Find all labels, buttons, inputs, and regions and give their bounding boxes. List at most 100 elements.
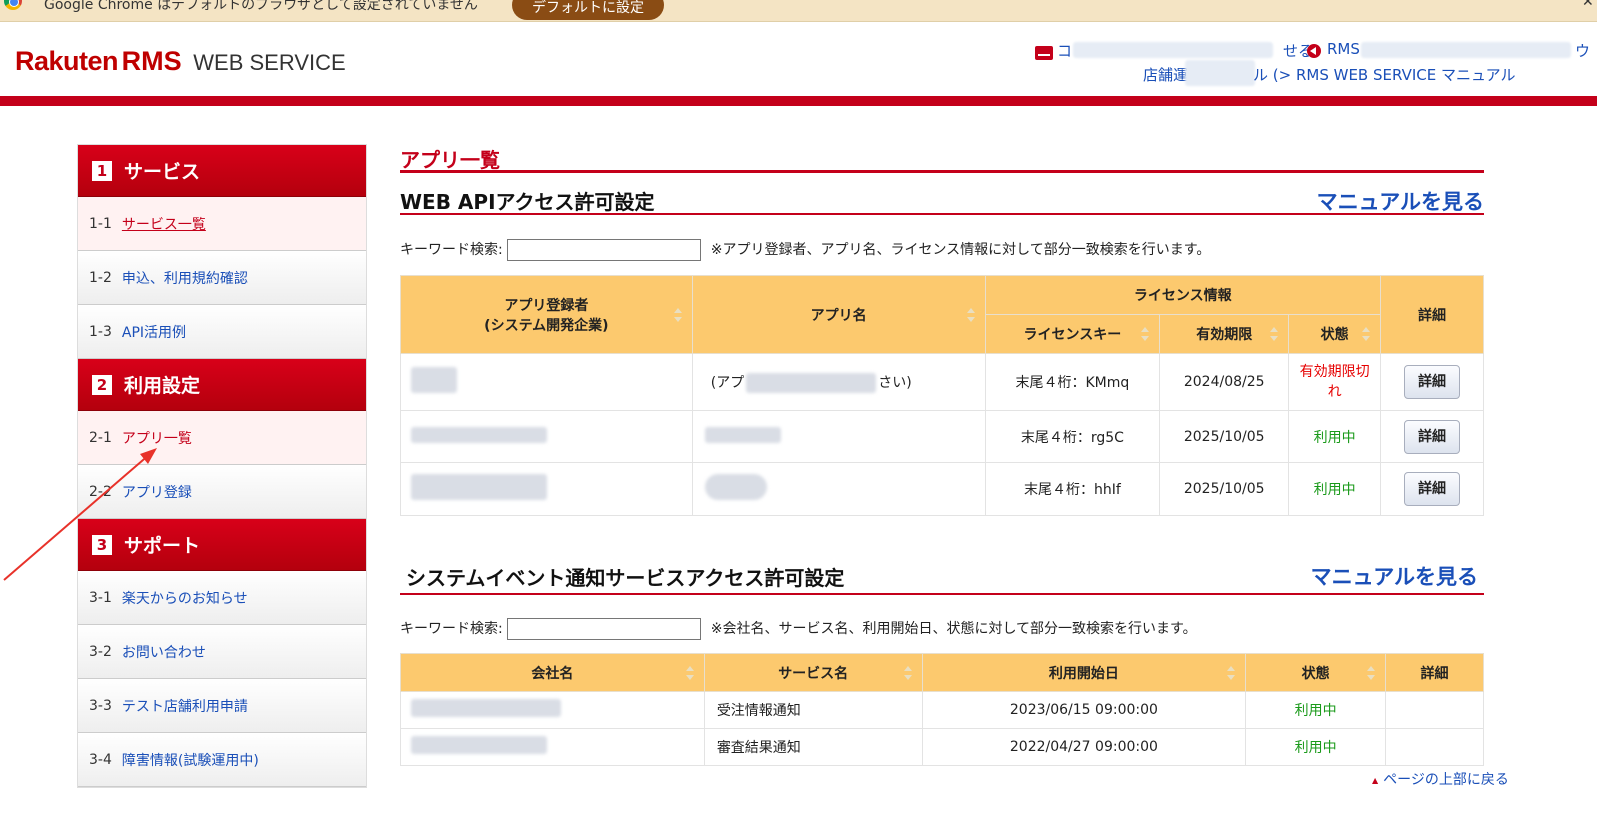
col-detail: 詳細 (1380, 275, 1484, 354)
divider (400, 213, 1484, 215)
keyword-note: ※アプリ登録者、アプリ名、ライセンス情報に対して部分一致検索を行います。 (710, 242, 1211, 258)
sort-icon[interactable] (1367, 665, 1376, 680)
table-row: 末尾４桁：rg5C 2025/10/05 利用中 詳細 (400, 410, 1484, 463)
event-manual-link[interactable]: マニュアルを見る (1311, 561, 1478, 591)
item-label[interactable]: 障害情報(試験運用中) (122, 750, 259, 770)
detail-cell (1385, 691, 1484, 729)
col-detail: 詳細 (1385, 653, 1484, 692)
sidebar-item-service-list[interactable]: 1-1 サービス一覧 (78, 197, 366, 251)
detail-cell: 詳細 (1380, 410, 1484, 463)
col-status[interactable]: 状態 (1288, 314, 1382, 354)
col-registrant[interactable]: アプリ登録者 (システム開発企業) (400, 275, 693, 354)
header-label: ライセンスキー (1023, 327, 1122, 343)
item-code: 3-2 (89, 643, 112, 660)
item-label[interactable]: 楽天からのお知らせ (122, 588, 248, 608)
item-label[interactable]: 申込、利用規約確認 (122, 268, 248, 288)
item-code: 3-3 (89, 697, 112, 714)
divider (400, 170, 1484, 173)
sort-icon[interactable] (966, 307, 975, 322)
rakuten-rms-logo[interactable]: Rakuten RMS WEB SERVICE (15, 46, 346, 77)
detail-button[interactable]: 詳細 (1404, 365, 1461, 399)
redacted-text (411, 426, 547, 443)
status-expired: れ (1327, 384, 1342, 400)
item-code: 1-1 (89, 215, 112, 232)
close-icon[interactable]: ✕ (1582, 0, 1594, 10)
header-link-manual[interactable]: ル (> RMS WEB SERVICE マニュアル (1253, 64, 1516, 85)
header-link-rms[interactable]: RMS (1327, 40, 1360, 58)
sort-icon[interactable] (1227, 665, 1236, 680)
header-link-contact[interactable]: コ (1057, 40, 1072, 61)
app-name-cell (691, 462, 986, 516)
redacted-text (411, 736, 547, 754)
col-service[interactable]: サービス名 (703, 653, 923, 692)
divider (400, 593, 1484, 595)
header-link-store[interactable]: 店舗運 (1143, 64, 1188, 85)
table-row: 受注情報通知 2023/06/15 09:00:00 利用中 (400, 691, 1484, 729)
registrant-cell (400, 462, 693, 516)
event-keyword-input[interactable] (506, 618, 701, 640)
item-label[interactable]: お問い合わせ (122, 642, 206, 662)
company-cell (400, 691, 705, 729)
item-code: 3-4 (89, 751, 112, 768)
keyword-note: ※会社名、サービス名、利用開始日、状態に対して部分一致検索を行います。 (710, 621, 1197, 637)
registrant-cell (400, 410, 693, 463)
header-link-rms-end[interactable]: ウ (1575, 40, 1590, 61)
license-key-cell: 末尾４桁：KMmq (984, 353, 1161, 411)
col-app-name[interactable]: アプリ名 (691, 275, 986, 354)
api-manual-link[interactable]: マニュアルを見る (1317, 186, 1484, 216)
back-arrow-icon (1307, 44, 1321, 58)
sort-icon[interactable] (1362, 327, 1371, 341)
sort-icon[interactable] (1270, 327, 1279, 341)
sidebar-item-incidents[interactable]: 3-4 障害情報(試験運用中) (78, 733, 366, 787)
keyword-label: キーワード検索: (400, 621, 503, 637)
item-label[interactable]: サービス一覧 (122, 214, 206, 234)
status-cell: 利用中 (1288, 462, 1382, 516)
sidebar-item-api-examples[interactable]: 1-3 API活用例 (78, 305, 366, 359)
item-code: 3-1 (89, 589, 112, 606)
infobar-message: Google Chrome はデフォルトのブラウザとして設定されていません (44, 0, 478, 13)
site-header: Rakuten RMS WEB SERVICE コ せる RMS ウ 店舗運 ル… (0, 22, 1597, 96)
sort-icon[interactable] (1141, 327, 1150, 341)
event-keyword-search: キーワード検索: ※会社名、サービス名、利用開始日、状態に対して部分一致検索を行い… (400, 618, 1197, 640)
status-cell: 利用中 (1288, 410, 1382, 463)
col-license-info: ライセンス情報 (984, 275, 1382, 315)
sidebar-item-inquiry[interactable]: 3-2 お問い合わせ (78, 625, 366, 679)
api-table: アプリ登録者 (システム開発企業) アプリ名 ライセンス情報 詳細 ライセンスキ… (400, 275, 1484, 516)
col-expiry[interactable]: 有効期限 (1159, 314, 1290, 354)
item-label[interactable]: API活用例 (122, 322, 186, 342)
table-row: 審査結果通知 2022/04/27 09:00:00 利用中 (400, 728, 1484, 766)
redacted-text (704, 426, 781, 443)
redacted-text (411, 699, 561, 717)
col-license-key[interactable]: ライセンスキー (984, 314, 1161, 354)
section-number: 2 (92, 374, 112, 395)
api-keyword-input[interactable] (506, 239, 701, 261)
header-label: 有効期限 (1196, 327, 1253, 343)
header-label: (システム開発企業) (484, 317, 609, 334)
license-key-cell: 末尾４桁：rg5C (984, 410, 1161, 463)
status-cell: 有効期限切れ (1288, 353, 1382, 411)
app-name-cell (691, 410, 986, 463)
mail-icon (1035, 46, 1053, 60)
event-table: 会社名 サービス名 利用開始日 状態 詳細 受注情報通知 2023/06/15 … (400, 653, 1484, 766)
header-label: 状態 (1320, 327, 1349, 343)
detail-button[interactable]: 詳細 (1404, 419, 1461, 454)
sort-icon[interactable] (673, 307, 682, 322)
col-start-date[interactable]: 利用開始日 (921, 653, 1247, 692)
sidebar-item-test-store[interactable]: 3-3 テスト店舗利用申請 (78, 679, 366, 733)
back-to-top-link[interactable]: ページの上部に戻る (1372, 769, 1509, 789)
expiry-cell: 2025/10/05 (1159, 462, 1290, 516)
sort-icon[interactable] (903, 665, 912, 680)
company-cell (400, 728, 705, 766)
registrant-cell (400, 353, 693, 411)
api-keyword-search: キーワード検索: ※アプリ登録者、アプリ名、ライセンス情報に対して部分一致検索を行… (400, 239, 1210, 261)
table-row: 末尾４桁：hhIf 2025/10/05 利用中 詳細 (400, 462, 1484, 516)
item-label[interactable]: テスト店舗利用申請 (122, 696, 248, 716)
event-section-title: システムイベント通知サービスアクセス許可設定 (406, 566, 845, 590)
header-label: 状態 (1301, 665, 1330, 682)
detail-button[interactable]: 詳細 (1404, 472, 1461, 506)
sidebar-item-terms[interactable]: 1-2 申込、利用規約確認 (78, 251, 366, 305)
col-status[interactable]: 状態 (1245, 653, 1387, 692)
sort-icon[interactable] (685, 665, 694, 680)
col-company[interactable]: 会社名 (400, 653, 705, 692)
set-default-button[interactable]: デフォルトに設定 (512, 0, 664, 20)
